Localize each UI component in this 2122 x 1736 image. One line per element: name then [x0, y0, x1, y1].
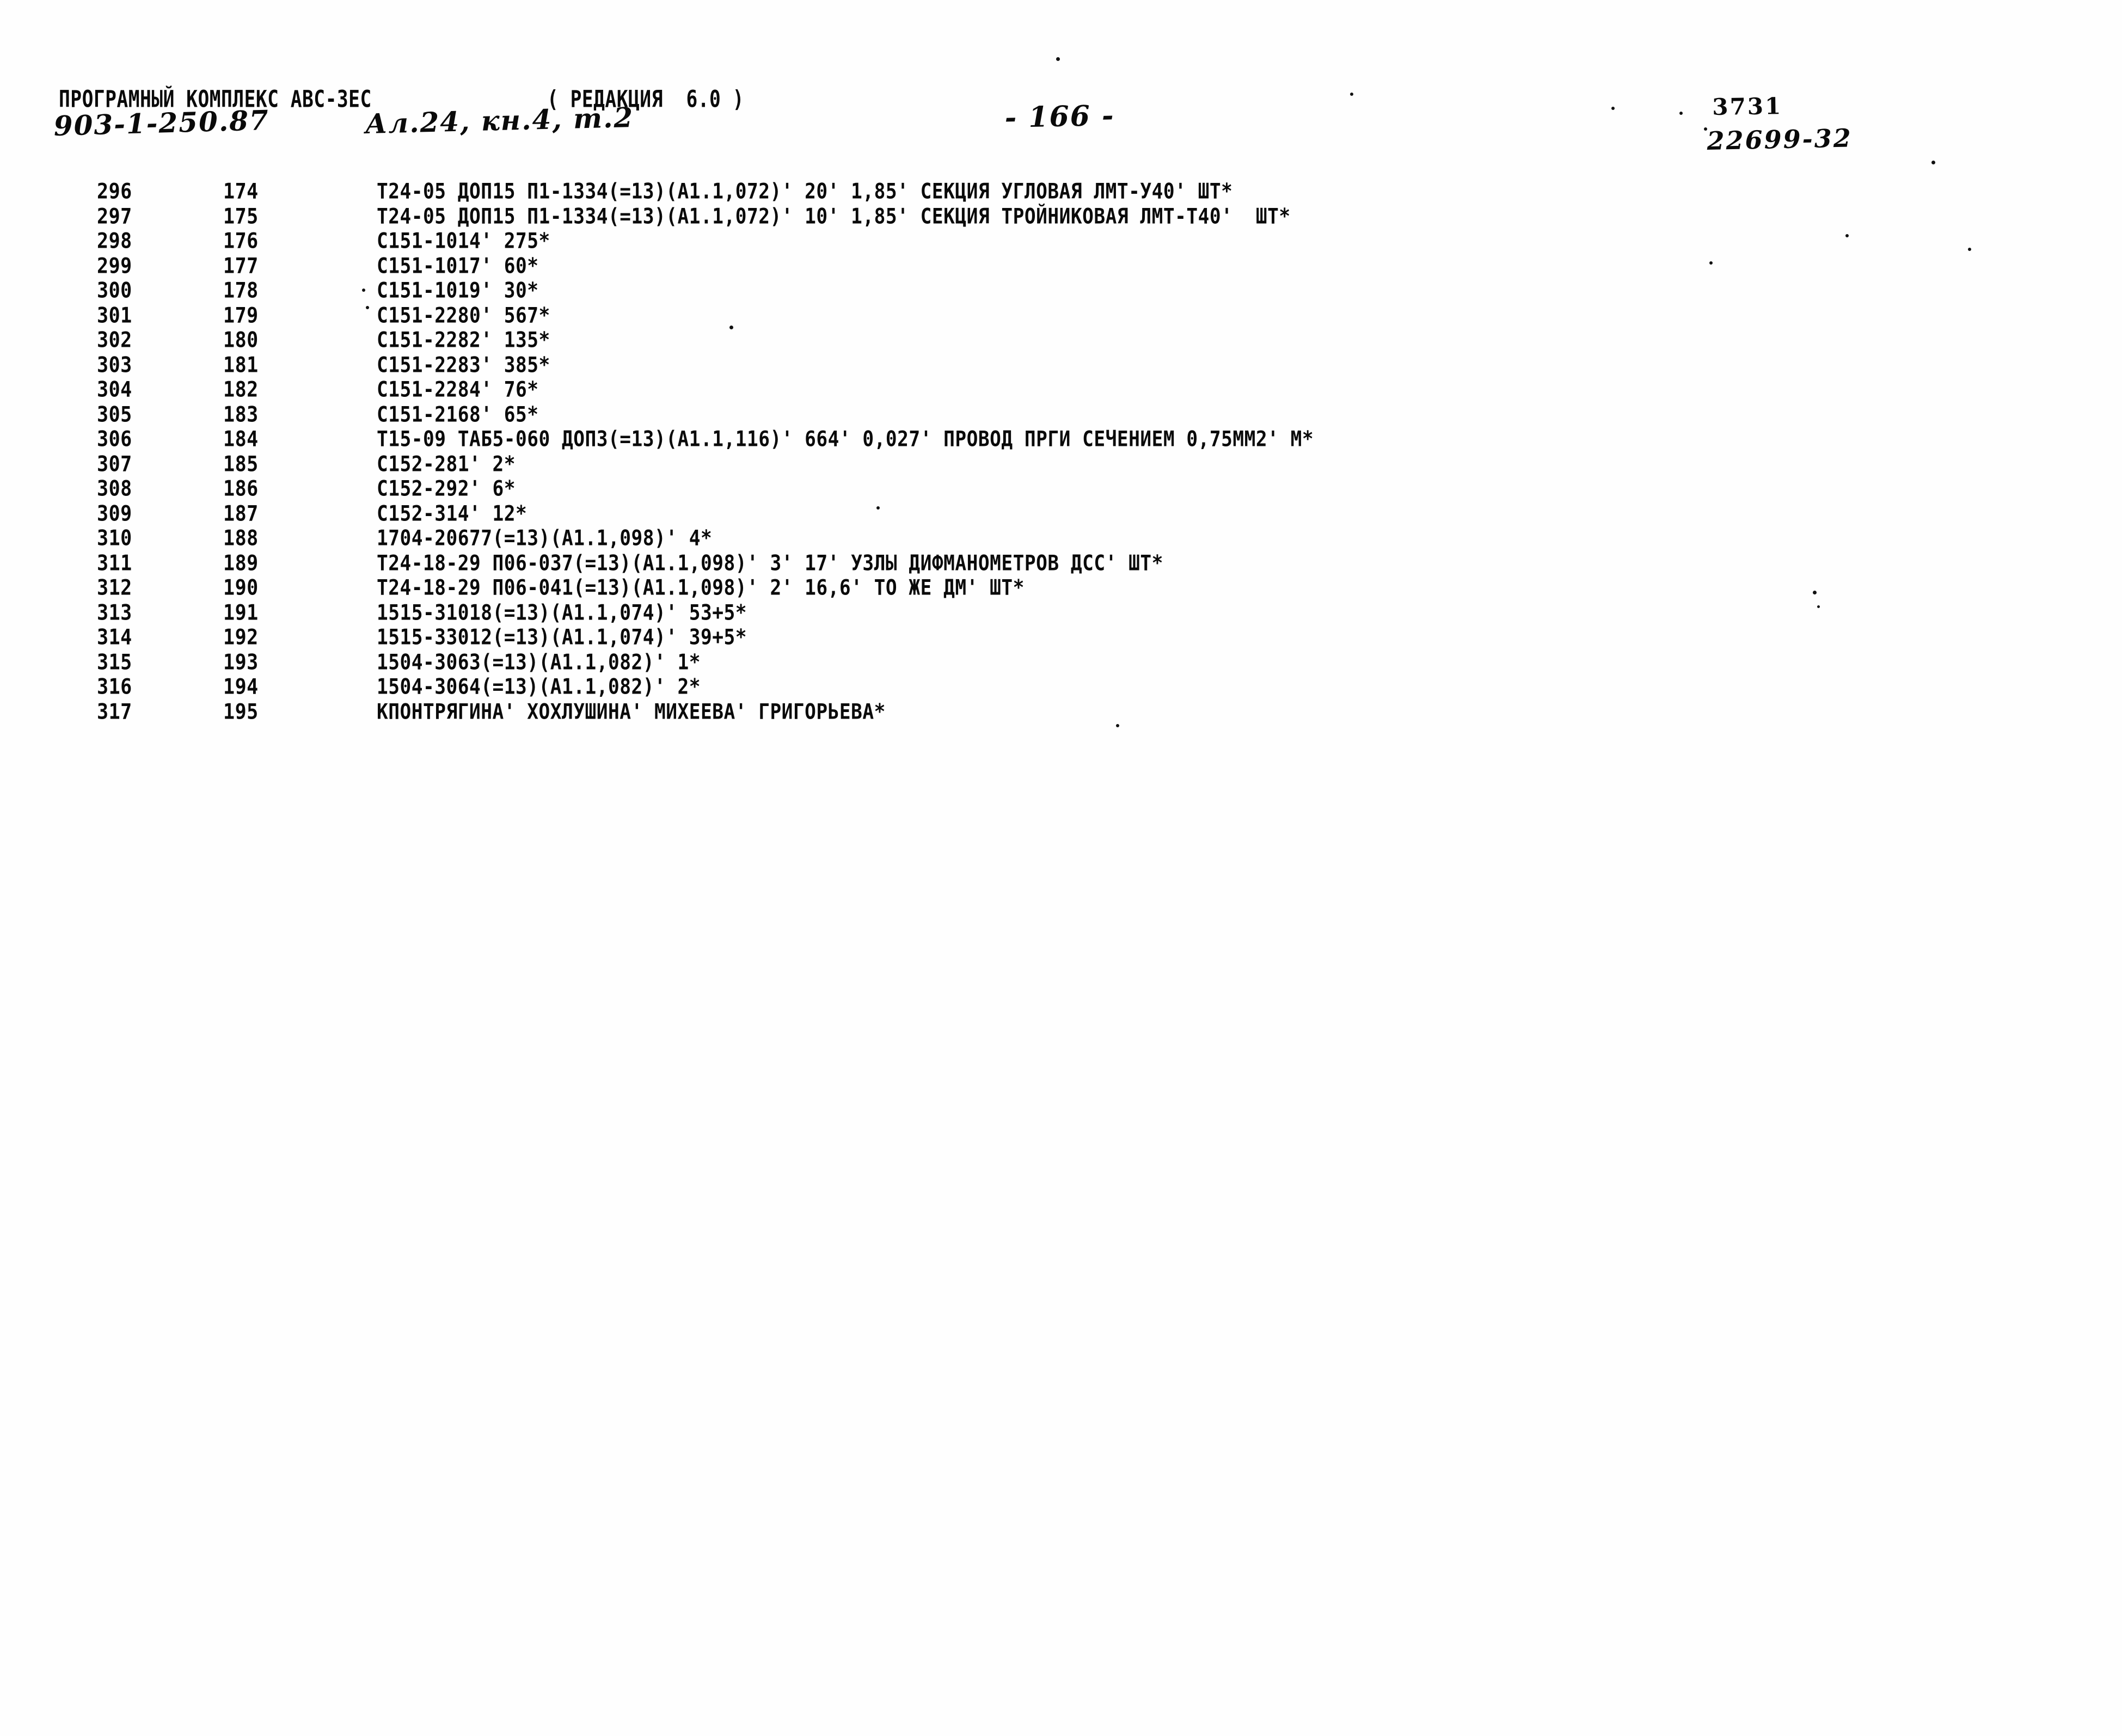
row-sequence-number: 302	[97, 328, 132, 353]
row-position-number: 186	[223, 477, 259, 501]
row-resource-description: Т24-05 ДОП15 П1-1334(=13)(А1.1,072)' 20'…	[377, 180, 1233, 204]
table-row: 298 176 С151-1014' 275*	[0, 229, 2122, 254]
row-position-number: 179	[223, 303, 259, 328]
row-sequence-number: 308	[97, 477, 132, 501]
table-row: 311 189 Т24-18-29 П06-037(=13)(А1.1,098)' …	[0, 551, 2122, 576]
scan-speckle	[1931, 161, 1935, 164]
row-sequence-number: 298	[97, 229, 132, 254]
row-resource-description: С151-2282' 135*	[377, 328, 550, 353]
row-sequence-number: 310	[97, 526, 132, 551]
row-sequence-number: 306	[97, 427, 132, 452]
scanned-page: ПРОГРАМНЫЙ КОМПЛЕКС АВС-ЗЕС ( РЕДАКЦИЯ 6…	[0, 0, 2122, 1736]
row-position-number: 174	[223, 180, 259, 204]
table-row: 308 186 С152-292' 6*	[0, 477, 2122, 502]
listing-body: 296 174 Т24-05 ДОП15 П1-1334(=13)(А1.1,072…	[0, 180, 2122, 725]
row-resource-description: С151-1017' 60*	[377, 254, 539, 279]
row-position-number: 182	[223, 378, 259, 402]
row-resource-description: С151-2283' 385*	[377, 353, 550, 378]
row-position-number: 183	[223, 402, 259, 427]
row-position-number: 194	[223, 675, 259, 700]
table-row: 317 195 КПОНТРЯГИНА' ХОХЛУШИНА' МИХЕЕВА' Г…	[0, 700, 2122, 725]
row-resource-description: Т24-05 ДОП15 П1-1334(=13)(А1.1,072)' 10'…	[377, 204, 1291, 229]
row-resource-description: 1504-3063(=13)(А1.1,082)' 1*	[377, 650, 701, 675]
archive-number: 22699-32	[1707, 123, 1853, 156]
table-row: 300 178 С151-1019' 30*	[0, 279, 2122, 304]
row-resource-description: С151-1019' 30*	[377, 279, 539, 303]
row-sequence-number: 297	[97, 204, 132, 229]
table-row: 313 191 1515-31018(=13)(А1.1,074)' 53+5*	[0, 601, 2122, 626]
table-row: 296 174 Т24-05 ДОП15 П1-1334(=13)(А1.1,072…	[0, 180, 2122, 205]
row-position-number: 181	[223, 353, 259, 378]
row-position-number: 189	[223, 551, 259, 576]
table-row: 297 175 Т24-05 ДОП15 П1-1334(=13)(А1.1,072…	[0, 205, 2122, 230]
table-row: 312 190 Т24-18-29 П06-041(=13)(А1.1,098)' …	[0, 576, 2122, 601]
table-row: 306 184 Т15-09 ТАБ5-060 ДОП3(=13)(А1.1,116…	[0, 427, 2122, 452]
row-resource-description: 1504-3064(=13)(А1.1,082)' 2*	[377, 675, 701, 700]
document-part-reference: Ал.24, кн.4, т.2	[365, 101, 634, 140]
table-row: 299 177 С151-1017' 60*	[0, 254, 2122, 279]
row-position-number: 195	[223, 700, 259, 725]
row-sequence-number: 317	[97, 700, 132, 725]
table-row: 305 183 С151-2168' 65*	[0, 403, 2122, 428]
row-resource-description: С151-2280' 567*	[377, 303, 550, 328]
row-sequence-number: 296	[97, 180, 132, 204]
row-position-number: 192	[223, 625, 259, 650]
row-position-number: 191	[223, 600, 259, 625]
row-sequence-number: 309	[97, 501, 132, 526]
row-sequence-number: 315	[97, 650, 132, 675]
table-row: 315 193 1504-3063(=13)(А1.1,082)' 1*	[0, 651, 2122, 676]
table-row: 302 180 С151-2282' 135*	[0, 328, 2122, 353]
table-row: 316 194 1504-3064(=13)(А1.1,082)' 2*	[0, 675, 2122, 700]
row-resource-description: Т15-09 ТАБ5-060 ДОП3(=13)(А1.1,116)' 664…	[377, 427, 1314, 452]
row-sequence-number: 303	[97, 353, 132, 378]
row-position-number: 184	[223, 427, 259, 452]
row-resource-description: 1515-31018(=13)(А1.1,074)' 53+5*	[377, 600, 747, 625]
table-row: 309 187 С152-314' 12*	[0, 502, 2122, 527]
page-header: ПРОГРАМНЫЙ КОМПЛЕКС АВС-ЗЕС ( РЕДАКЦИЯ 6…	[0, 87, 2122, 156]
table-row: 301 179 С151-2280' 567*	[0, 304, 2122, 329]
row-position-number: 188	[223, 526, 259, 551]
table-row: 307 185 С152-281' 2*	[0, 452, 2122, 477]
page-number: - 166 -	[1004, 99, 1115, 134]
row-resource-description: С151-2284' 76*	[377, 378, 539, 402]
row-sequence-number: 305	[97, 402, 132, 427]
row-resource-description: 1704-20677(=13)(А1.1,098)' 4*	[377, 526, 713, 551]
row-resource-description: КПОНТРЯГИНА' ХОХЛУШИНА' МИХЕЕВА' ГРИГОРЬ…	[377, 700, 886, 725]
row-sequence-number: 307	[97, 452, 132, 477]
row-resource-description: С152-281' 2*	[377, 452, 516, 477]
table-row: 314 192 1515-33012(=13)(А1.1,074)' 39+5*	[0, 625, 2122, 651]
row-resource-description: С151-1014' 275*	[377, 229, 550, 254]
row-position-number: 176	[223, 229, 259, 254]
row-resource-description: 1515-33012(=13)(А1.1,074)' 39+5*	[377, 625, 747, 650]
row-sequence-number: 313	[97, 600, 132, 625]
row-resource-description: Т24-18-29 П06-041(=13)(А1.1,098)' 2' 16,…	[377, 576, 1025, 600]
scan-speckle	[1056, 57, 1060, 61]
row-sequence-number: 299	[97, 254, 132, 279]
row-resource-description: С152-292' 6*	[377, 477, 516, 501]
row-sequence-number: 311	[97, 551, 132, 576]
row-position-number: 175	[223, 204, 259, 229]
table-row: 310 188 1704-20677(=13)(А1.1,098)' 4*	[0, 526, 2122, 551]
row-position-number: 180	[223, 328, 259, 353]
table-row: 304 182 С151-2284' 76*	[0, 378, 2122, 403]
row-resource-description: Т24-18-29 П06-037(=13)(А1.1,098)' 3' 17'…	[377, 551, 1163, 576]
row-resource-description: С152-314' 12*	[377, 501, 528, 526]
row-sequence-number: 304	[97, 378, 132, 402]
document-code: 903-1-250.87	[53, 103, 270, 142]
row-position-number: 185	[223, 452, 259, 477]
row-position-number: 178	[223, 279, 259, 303]
row-sequence-number: 316	[97, 675, 132, 700]
row-position-number: 177	[223, 254, 259, 279]
row-position-number: 190	[223, 576, 259, 600]
sheet-number: 3731	[1712, 93, 1783, 120]
row-sequence-number: 314	[97, 625, 132, 650]
row-sequence-number: 301	[97, 303, 132, 328]
row-position-number: 187	[223, 501, 259, 526]
row-sequence-number: 300	[97, 279, 132, 303]
row-position-number: 193	[223, 650, 259, 675]
row-sequence-number: 312	[97, 576, 132, 600]
table-row: 303 181 С151-2283' 385*	[0, 353, 2122, 378]
row-resource-description: С151-2168' 65*	[377, 402, 539, 427]
